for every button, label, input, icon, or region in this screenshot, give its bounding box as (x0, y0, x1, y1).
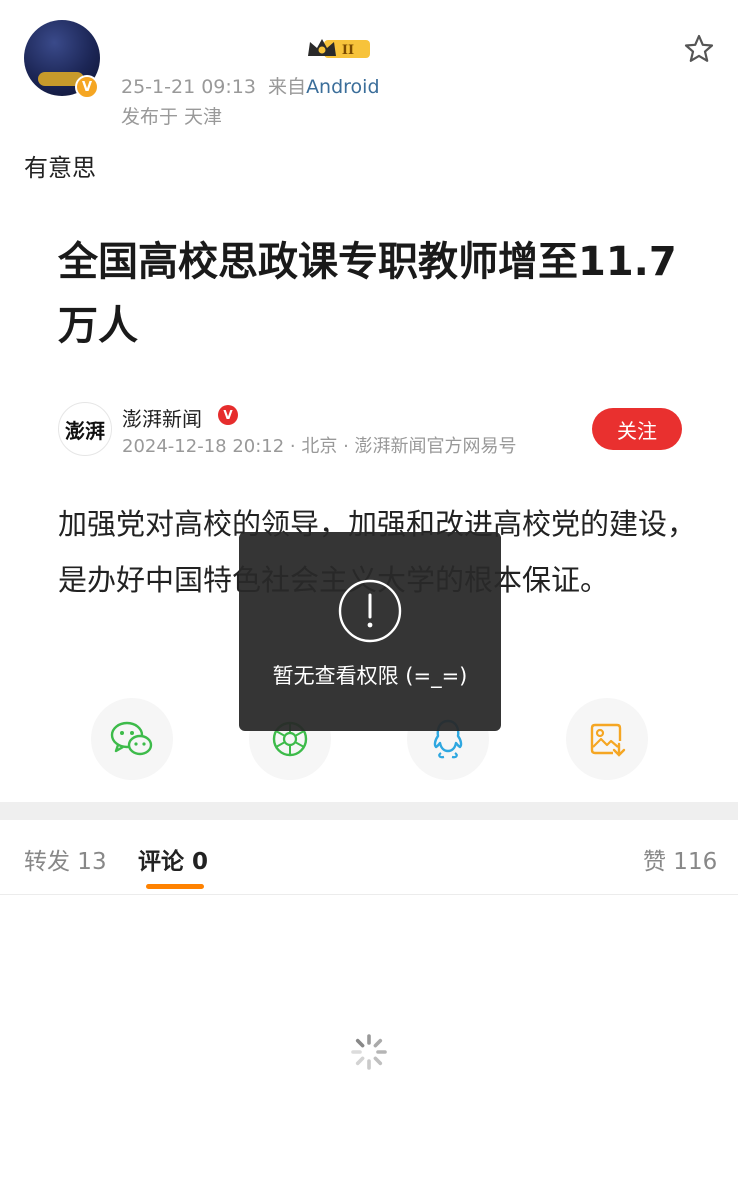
follow-button[interactable]: 关注 (592, 408, 682, 450)
tab-likes[interactable]: 赞 116 (643, 842, 717, 876)
verified-badge: V (75, 75, 99, 99)
permission-toast: 暂无查看权限 (=_=) (239, 532, 501, 731)
tabs-divider (0, 894, 738, 895)
vip-level: II (342, 43, 354, 58)
post-date: 25-1-21 09:13 (121, 76, 256, 98)
publisher-verified-icon: V (218, 405, 238, 425)
post-source-link[interactable]: Android (306, 76, 379, 98)
vip-crown-icon: II (308, 39, 370, 58)
article-title[interactable]: 全国高校思政课专职教师增至11.7万人 (58, 230, 678, 358)
loading-spinner-icon (351, 1034, 387, 1070)
save-image-button[interactable] (566, 698, 648, 780)
toast-message: 暂无查看权限 (=_=) (272, 664, 468, 688)
wechat-icon (110, 721, 153, 756)
publisher-logo[interactable]: 澎湃 (58, 402, 112, 456)
publisher-meta: 2024-12-18 20:12 · 北京 · 澎湃新闻官方网易号 (122, 436, 517, 457)
post-text: 有意思 (24, 154, 96, 182)
section-divider (0, 802, 738, 820)
alert-circle-icon (338, 579, 402, 643)
post-location: 发布于 天津 (121, 106, 223, 128)
active-tab-indicator (146, 884, 204, 889)
tab-repost[interactable]: 转发 13 (24, 842, 107, 876)
tab-comments[interactable]: 评论 0 (138, 842, 208, 876)
publisher-name[interactable]: 澎湃新闻 (122, 403, 202, 432)
post-meta: 25-1-21 09:13 来自Android (121, 72, 380, 99)
share-wechat-button[interactable] (91, 698, 173, 780)
save-image-icon (590, 723, 626, 757)
favorite-star-icon[interactable] (683, 33, 715, 65)
post-from-label: 来自 (268, 76, 307, 98)
